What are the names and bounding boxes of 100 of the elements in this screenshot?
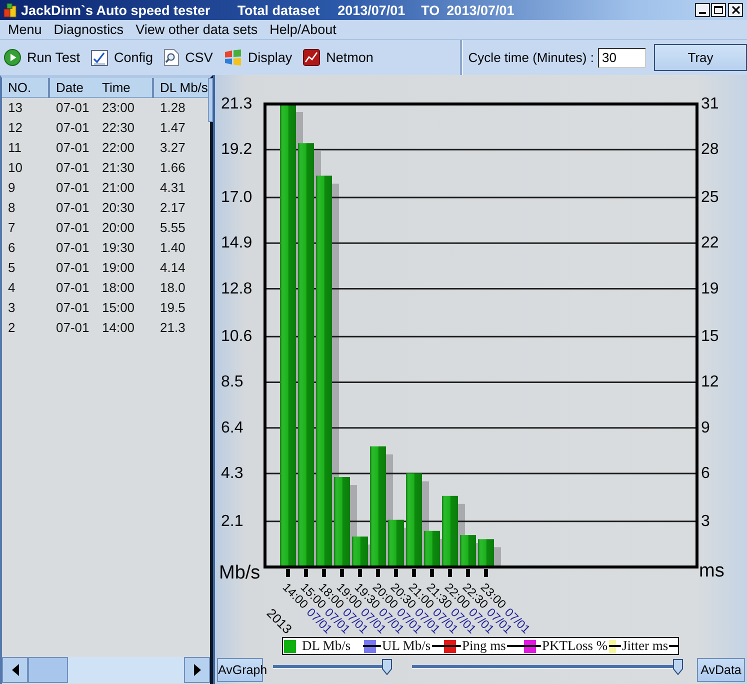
table-cell-text: 1.28 <box>159 99 186 117</box>
table-cell-text: 21.3 <box>159 319 186 337</box>
menu-item[interactable]: Help/About <box>264 20 342 38</box>
table-cell-text: 5.55 <box>159 219 186 237</box>
tick-label: 19 <box>701 280 719 298</box>
tick-label: 21.3 <box>221 96 252 112</box>
close-button[interactable] <box>728 3 743 17</box>
table-cell-text: 18.0 <box>159 279 186 297</box>
dataset-label: Total dataset <box>237 2 320 18</box>
arrow-right-icon <box>194 664 200 676</box>
column-header[interactable]: DL Mb/s <box>154 78 208 98</box>
tick-label: 19.2 <box>221 141 252 158</box>
table-cell-text: 13 <box>7 99 24 117</box>
table-cell-text: 4 <box>7 279 16 297</box>
legend-label: Ping ms <box>461 638 507 654</box>
table-cell-text: 22:30 <box>101 119 136 137</box>
table-cell-text: 19:30 <box>101 239 136 257</box>
table-cell-text: 20:30 <box>101 199 136 217</box>
column-header[interactable]: Time <box>96 78 154 98</box>
tick-label: 10.6 <box>221 328 252 346</box>
table-cell-text: 12 <box>7 119 24 137</box>
table-cell-text: 07-01 <box>55 279 90 297</box>
table-cell-text: 15:00 <box>101 299 136 317</box>
axis-title: ms <box>699 560 724 582</box>
window-title: JackDinn`s Auto speed tester <box>21 2 210 18</box>
tick-label: 31 <box>701 96 719 112</box>
table-cell-text: 23:00 <box>101 99 136 117</box>
table-cell-text: 07-01 <box>55 139 90 157</box>
column-header[interactable]: NO. <box>2 78 50 98</box>
table-cell-text: 21:00 <box>101 179 136 197</box>
table-cell-text: 11 <box>7 139 22 157</box>
table-cell-text: 1.40 <box>159 239 186 257</box>
tick-label: 22 <box>701 234 719 252</box>
maximize-button[interactable] <box>711 3 726 17</box>
legend-label: PKTLoss % <box>541 638 609 654</box>
slider-thumb[interactable] <box>382 658 392 674</box>
bar <box>388 520 404 567</box>
tiles-icon <box>224 49 242 66</box>
bar <box>460 535 476 567</box>
table-cell-text: 07-01 <box>55 199 90 217</box>
menu-item[interactable]: Diagnostics <box>48 20 130 38</box>
table-cell-text: 7 <box>7 219 16 237</box>
table-cell-text: 3.27 <box>159 139 186 157</box>
bar <box>352 536 368 567</box>
table-cell-text: 07-01 <box>55 239 90 257</box>
slider-track[interactable] <box>273 658 392 674</box>
cycle-time-input[interactable]: 30 <box>598 48 646 68</box>
table-cell-text: 8 <box>7 199 16 217</box>
maximize-icon <box>714 6 723 14</box>
date-to: 2013/07/01 <box>446 2 514 18</box>
range-word: TO <box>421 2 440 18</box>
toolbar-button[interactable]: Netmon <box>303 49 374 66</box>
avdata-button[interactable]: AvData <box>697 658 745 682</box>
table-cell-text: 07-01 <box>55 299 90 317</box>
scrollbar-thumb[interactable] <box>208 78 213 122</box>
toolbar-button[interactable]: Display <box>224 49 292 66</box>
bar <box>442 496 458 567</box>
tick-label: 15 <box>701 328 719 346</box>
tick-label: 12.8 <box>221 280 252 298</box>
table-cell-text: 22:00 <box>101 139 136 157</box>
tray-button[interactable]: Tray <box>654 44 747 71</box>
table-cell-text: 07-01 <box>55 219 90 237</box>
tick-label: 12 <box>701 374 719 391</box>
toolbar-button[interactable]: Config <box>91 50 154 66</box>
table-cell-text: 4.14 <box>159 259 186 277</box>
axis-title: Mb/s <box>219 562 260 584</box>
toolbar-button[interactable]: Run Test <box>4 49 80 66</box>
tick-label: 9 <box>701 419 710 436</box>
toolbar-button[interactable]: CSV <box>164 49 213 66</box>
slider-thumb[interactable] <box>672 658 683 674</box>
table-cell-text: 20:00 <box>101 219 136 237</box>
minimize-button[interactable] <box>695 3 710 17</box>
date-from: 2013/07/01 <box>338 2 406 18</box>
table-cell-text: 1.47 <box>159 119 186 137</box>
table-cell-text: 3 <box>7 299 16 317</box>
slider-track[interactable] <box>412 658 683 674</box>
table-cell-text: 5 <box>7 259 16 277</box>
scrollbar-thumb[interactable] <box>28 657 68 683</box>
table-cell-text: 1.66 <box>159 159 186 177</box>
table-cell-text: 18:00 <box>101 279 136 297</box>
column-header[interactable]: Date <box>50 78 96 98</box>
document-search-icon <box>164 49 180 66</box>
scroll-right-button[interactable] <box>184 657 210 683</box>
tick-label: 4.3 <box>221 465 244 482</box>
line-chart-icon <box>303 49 320 66</box>
scroll-left-button[interactable] <box>2 657 28 683</box>
table-cell-text: 07-01 <box>55 159 90 177</box>
menu-item[interactable]: View other data sets <box>130 20 264 38</box>
table-cell-text: 2 <box>7 319 16 337</box>
tick-label: 28 <box>701 141 719 158</box>
cycle-time-label: Cycle time (Minutes) : <box>468 50 594 65</box>
table-cell-text: 21:30 <box>101 159 136 177</box>
blocks-icon <box>3 2 18 18</box>
tick-label: 8.5 <box>221 374 244 391</box>
checklist-icon <box>91 50 108 66</box>
close-icon <box>732 6 740 14</box>
menu-item[interactable]: Menu <box>2 20 48 38</box>
table-cell-text: 07-01 <box>55 99 90 117</box>
tick-label: 2.1 <box>221 512 244 530</box>
arrow-left-icon <box>12 664 18 676</box>
